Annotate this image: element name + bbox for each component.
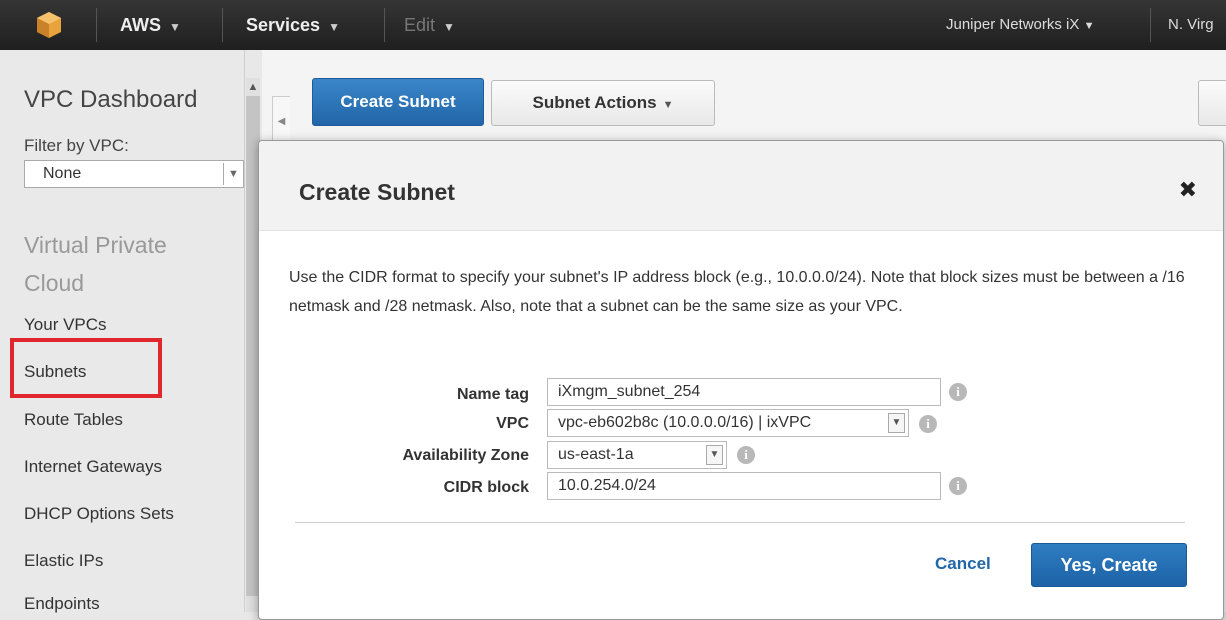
chevron-down-icon: ▼	[888, 413, 905, 433]
chevron-down-icon: ▼	[169, 20, 181, 34]
scroll-up-icon[interactable]: ▲	[246, 78, 260, 96]
edit-menu-label: Edit	[404, 15, 436, 35]
chevron-down-icon: ▼	[328, 20, 340, 34]
region-menu-label: N. Virg	[1168, 16, 1214, 33]
account-menu[interactable]: Juniper Networks iX ▼	[946, 0, 1094, 50]
sidebar-item-endpoints[interactable]: Endpoints	[24, 594, 100, 614]
nav-divider	[384, 8, 385, 42]
filter-by-vpc-select[interactable]: None ▼	[24, 160, 244, 188]
cidr-block-label: CIDR block	[443, 479, 529, 496]
dialog-header: Create Subnet ✖	[259, 141, 1223, 231]
aws-menu[interactable]: AWS ▼	[120, 0, 181, 50]
sidebar-item-internet-gateways[interactable]: Internet Gateways	[24, 457, 162, 477]
services-menu-label: Services	[246, 15, 321, 35]
availability-zone-value: us-east-1a	[558, 446, 634, 463]
account-menu-label: Juniper Networks iX	[946, 16, 1080, 33]
sidebar-item-your-vpcs[interactable]: Your VPCs	[24, 315, 107, 335]
availability-zone-label: Availability Zone	[402, 447, 529, 464]
name-tag-input[interactable]	[547, 378, 941, 406]
filter-by-vpc-value: None	[43, 165, 82, 182]
subnet-actions-label: Subnet Actions	[532, 93, 657, 112]
dialog-description: Use the CIDR format to specify your subn…	[289, 269, 1185, 315]
sidebar-item-elastic-ips[interactable]: Elastic IPs	[24, 551, 103, 571]
dialog-title: Create Subnet	[299, 179, 455, 205]
top-nav-bar: AWS ▼ Services ▼ Edit ▼ Juniper Networks iX…	[0, 0, 1226, 50]
settings-button[interactable]	[1198, 80, 1226, 126]
sidebar-item-route-tables[interactable]: Route Tables	[24, 410, 123, 430]
sidebar: VPC Dashboard Filter by VPC: None ▼ Virt…	[0, 50, 245, 614]
sidebar-item-dhcp-options-sets[interactable]: DHCP Options Sets	[24, 504, 174, 524]
cancel-button[interactable]: Cancel	[935, 554, 991, 574]
chevron-down-icon: ▼	[443, 20, 455, 34]
info-icon[interactable]: i	[737, 446, 755, 464]
nav-divider	[1150, 8, 1151, 42]
aws-menu-label: AWS	[120, 15, 162, 35]
nav-divider	[222, 8, 223, 42]
vpc-select[interactable]: vpc-eb602b8c (10.0.0.0/16) | ixVPC ▼	[547, 409, 909, 437]
chevron-down-icon: ▼	[706, 445, 723, 465]
create-subnet-button[interactable]: Create Subnet	[312, 78, 484, 126]
chevron-down-icon: ▼	[662, 99, 674, 111]
caret-down-icon: ▼	[1083, 20, 1095, 32]
dialog-divider	[295, 522, 1185, 523]
vpc-label: VPC	[496, 415, 529, 432]
chevron-down-icon: ▼	[223, 163, 243, 185]
info-icon[interactable]: i	[949, 383, 967, 401]
info-icon[interactable]: i	[919, 415, 937, 433]
aws-cube-icon[interactable]	[34, 10, 64, 40]
region-menu[interactable]: N. Virg	[1168, 0, 1214, 50]
info-icon[interactable]: i	[949, 477, 967, 495]
vpc-select-value: vpc-eb602b8c (10.0.0.0/16) | ixVPC	[558, 414, 812, 431]
name-tag-label: Name tag	[456, 386, 529, 403]
filter-by-vpc-label: Filter by VPC:	[24, 136, 129, 155]
nav-divider	[96, 8, 97, 42]
subnet-actions-button[interactable]: Subnet Actions ▼	[491, 80, 715, 126]
services-menu[interactable]: Services ▼	[246, 0, 340, 50]
close-icon[interactable]: ✖	[1179, 177, 1197, 203]
yes-create-button[interactable]: Yes, Create	[1031, 543, 1187, 587]
annotation-highlight-box	[10, 338, 162, 398]
create-subnet-dialog: Create Subnet ✖ Use the CIDR format to s…	[258, 140, 1224, 620]
sidebar-section-vpc: Virtual Private Cloud	[24, 232, 167, 296]
sidebar-title[interactable]: VPC Dashboard	[24, 86, 197, 114]
collapse-sidebar-icon[interactable]: ◀	[272, 96, 290, 146]
edit-menu[interactable]: Edit ▼	[404, 0, 455, 50]
availability-zone-select[interactable]: us-east-1a ▼	[547, 441, 727, 469]
cidr-block-input[interactable]	[547, 472, 941, 500]
